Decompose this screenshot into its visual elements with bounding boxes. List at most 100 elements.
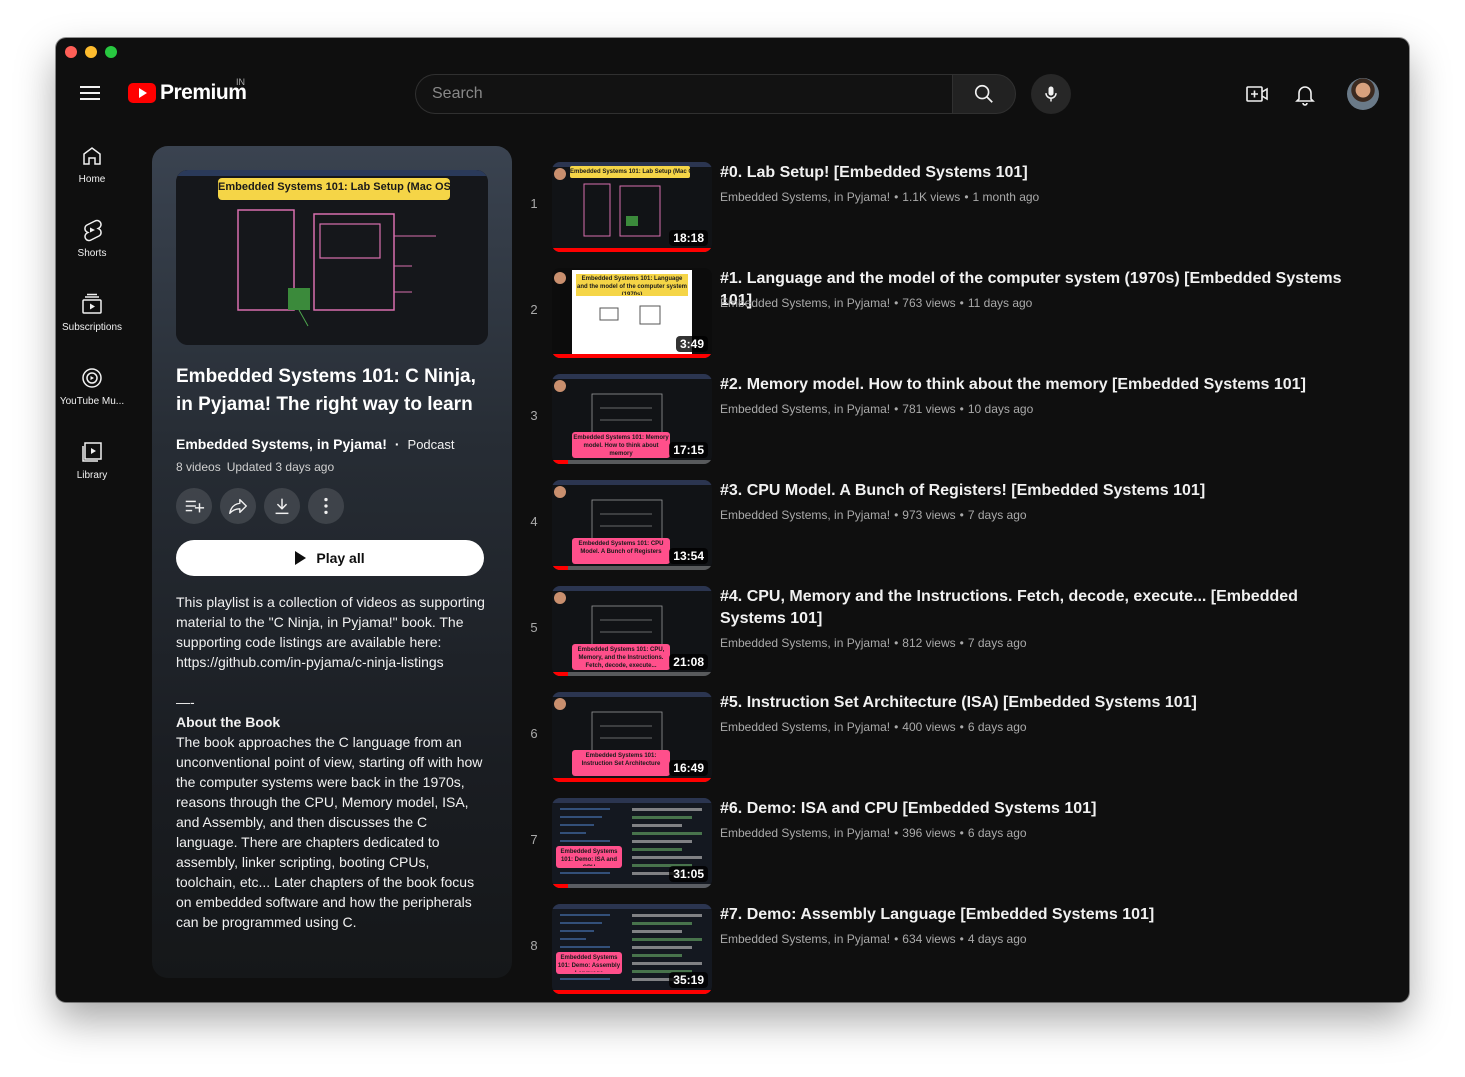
watch-progress-bar: [552, 566, 568, 570]
rail-label-subscriptions: Subscriptions: [61, 322, 123, 333]
create-video-button[interactable]: [1245, 82, 1269, 106]
channel-separator: ·: [394, 436, 400, 452]
video-views: 812 views: [902, 636, 956, 650]
playlist-video-row[interactable]: 6 Embedded Systems 101: Instruction Set A…: [520, 688, 1400, 794]
youtube-premium-logo[interactable]: Premium IN: [128, 77, 247, 105]
voice-search-button[interactable]: [1031, 74, 1071, 114]
video-count: 8 videos: [176, 460, 221, 474]
video-thumbnail[interactable]: Embedded Systems 101: Demo: ISA and CPU 3…: [552, 798, 712, 888]
video-thumbnail[interactable]: Embedded Systems 101: Instruction Set Ar…: [552, 692, 712, 782]
meta-separator: •: [959, 720, 964, 734]
rail-item-shorts[interactable]: Shorts: [56, 212, 128, 286]
youtube-music-icon: [82, 368, 102, 388]
video-duration: 21:08: [669, 654, 708, 670]
description-separator: —-: [176, 694, 195, 710]
watch-progress-bar: [552, 778, 712, 782]
podcast-badge[interactable]: Podcast: [408, 437, 455, 452]
video-channel-link[interactable]: Embedded Systems, in Pyjama!: [720, 190, 890, 204]
video-index: 4: [530, 513, 538, 529]
video-thumbnail-label: Embedded Systems 101: Demo: Assembly Lan…: [557, 955, 621, 972]
watch-progress-bar: [552, 672, 568, 676]
video-meta: Embedded Systems, in Pyjama! • 400 views • 6…: [720, 720, 1027, 734]
playlist-video-row[interactable]: 7 Embedded Systems 101: Demo: ISA and CPU…: [520, 794, 1400, 900]
playlist-video-row[interactable]: 5 Embedded Systems 101: CPU, Memory, and …: [520, 582, 1400, 688]
youtube-logo-icon: [128, 83, 156, 103]
notifications-button[interactable]: [1293, 82, 1317, 106]
video-thumbnail-label: Embedded Systems 101: Language and the m…: [576, 276, 688, 295]
playlist-video-row[interactable]: 2 Embedded Systems 101: Language and the …: [520, 264, 1400, 370]
meta-separator: •: [894, 720, 899, 734]
video-index: 2: [530, 301, 538, 317]
video-channel-link[interactable]: Embedded Systems, in Pyjama!: [720, 636, 890, 650]
video-channel-link[interactable]: Embedded Systems, in Pyjama!: [720, 508, 890, 522]
video-duration: 31:05: [669, 866, 708, 882]
video-meta: Embedded Systems, in Pyjama! • 763 views • 1…: [720, 296, 1032, 310]
video-channel-link[interactable]: Embedded Systems, in Pyjama!: [720, 720, 890, 734]
share-button[interactable]: [220, 488, 256, 524]
meta-separator: •: [959, 636, 964, 650]
more-actions-button[interactable]: [308, 488, 344, 524]
microphone-icon: [1045, 86, 1057, 102]
video-thumbnail[interactable]: Embedded Systems 101: Lab Setup (Mac OS)…: [552, 162, 712, 252]
bell-icon: [1295, 86, 1315, 106]
video-index: 3: [530, 407, 538, 423]
updated-date: Updated 3 days ago: [226, 460, 335, 474]
playlist-video-row[interactable]: 1 Embedded Systems 101: Lab Setup (Mac OS…: [520, 158, 1400, 264]
playlist-actions: [176, 488, 344, 524]
save-to-playlist-button[interactable]: [176, 488, 212, 524]
video-meta: Embedded Systems, in Pyjama! • 781 views • 1…: [720, 402, 1033, 416]
hamburger-menu-icon[interactable]: [78, 82, 102, 106]
account-avatar[interactable]: [1347, 78, 1379, 110]
meta-separator: •: [959, 296, 964, 310]
meta-separator: •: [964, 190, 969, 204]
video-channel-link[interactable]: Embedded Systems, in Pyjama!: [720, 932, 890, 946]
zoom-window-button[interactable]: [105, 46, 117, 58]
close-window-button[interactable]: [65, 46, 77, 58]
video-thumbnail[interactable]: Embedded Systems 101: CPU, Memory, and t…: [552, 586, 712, 676]
video-thumbnail[interactable]: Embedded Systems 101: Language and the m…: [552, 268, 712, 358]
playlist-thumbnail-art: [176, 170, 488, 345]
video-title[interactable]: #2. Memory model. How to think about the…: [720, 374, 1360, 396]
video-thumbnail-label: Embedded Systems 101: Lab Setup (Mac OS): [570, 169, 690, 175]
search-input[interactable]: [415, 74, 952, 114]
video-title[interactable]: #4. CPU, Memory and the Instructions. Fe…: [720, 586, 1360, 630]
video-channel-link[interactable]: Embedded Systems, in Pyjama!: [720, 402, 890, 416]
watch-progress-track: [552, 672, 712, 676]
video-thumbnail[interactable]: Embedded Systems 101: Memory model. How …: [552, 374, 712, 464]
window-controls: [65, 46, 117, 58]
video-views: 781 views: [902, 402, 956, 416]
rail-item-library[interactable]: Library: [56, 434, 128, 508]
playlist-video-row[interactable]: 4 Embedded Systems 101: CPU Model. A Bunc…: [520, 476, 1400, 582]
minimize-window-button[interactable]: [85, 46, 97, 58]
video-title[interactable]: #7. Demo: Assembly Language [Embedded Sy…: [720, 904, 1360, 926]
video-age: 6 days ago: [967, 826, 1027, 840]
rail-item-home[interactable]: Home: [56, 138, 128, 212]
video-views: 400 views: [902, 720, 956, 734]
video-duration: 13:54: [669, 548, 708, 564]
video-title[interactable]: #3. CPU Model. A Bunch of Registers! [Em…: [720, 480, 1360, 502]
meta-separator: •: [959, 402, 964, 416]
video-title[interactable]: #6. Demo: ISA and CPU [Embedded Systems …: [720, 798, 1360, 820]
video-thumbnail[interactable]: Embedded Systems 101: CPU Model. A Bunch…: [552, 480, 712, 570]
video-channel-link[interactable]: Embedded Systems, in Pyjama!: [720, 826, 890, 840]
play-all-button[interactable]: Play all: [176, 540, 484, 576]
video-title[interactable]: #0. Lab Setup! [Embedded Systems 101]: [720, 162, 1360, 184]
video-thumbnail[interactable]: Embedded Systems 101: Demo: Assembly Lan…: [552, 904, 712, 994]
watch-progress-bar: [552, 990, 712, 994]
rail-label-home: Home: [78, 174, 106, 185]
search-button[interactable]: [952, 74, 1016, 114]
rail-item-subscriptions[interactable]: Subscriptions: [56, 286, 128, 360]
download-button[interactable]: [264, 488, 300, 524]
playlist-video-row[interactable]: 3 Embedded Systems 101: Memory model. How…: [520, 370, 1400, 476]
playlist-thumbnail[interactable]: Embedded Systems 101: Lab Setup (Mac OS): [176, 170, 488, 345]
video-title[interactable]: #5. Instruction Set Architecture (ISA) […: [720, 692, 1360, 714]
video-duration: 17:15: [669, 442, 708, 458]
meta-separator: •: [894, 636, 899, 650]
playlist-video-row[interactable]: 8 Embedded Systems 101: Demo: Assembly La…: [520, 900, 1400, 1002]
video-views: 1.1K views: [902, 190, 961, 204]
home-icon: [83, 147, 101, 165]
video-channel-link[interactable]: Embedded Systems, in Pyjama!: [720, 296, 890, 310]
meta-separator: •: [894, 508, 899, 522]
rail-item-youtube-music[interactable]: YouTube Mu...: [56, 360, 128, 434]
playlist-channel-link[interactable]: Embedded Systems, in Pyjama!: [176, 436, 387, 452]
